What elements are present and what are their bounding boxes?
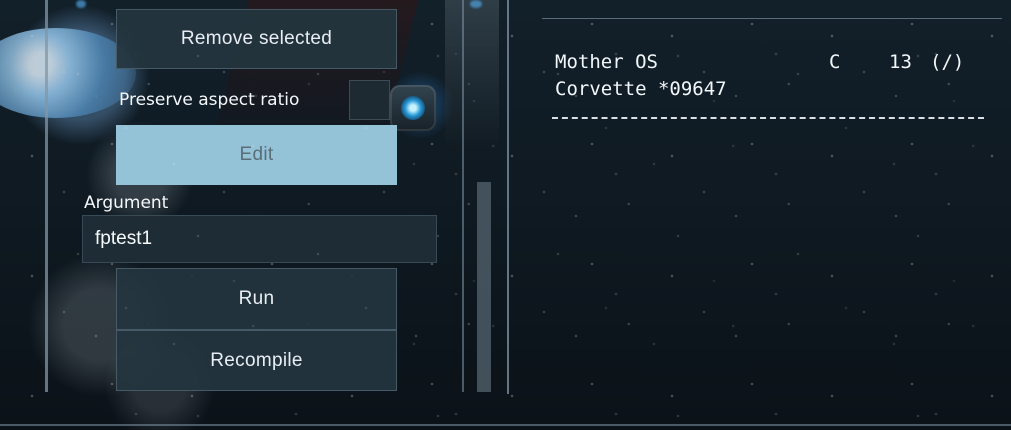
recompile-button[interactable]: Recompile	[116, 330, 397, 391]
support-beam	[445, 0, 499, 150]
argument-input[interactable]	[82, 215, 437, 263]
console-top-divider	[542, 18, 1002, 19]
console-line-1-c: C	[829, 51, 841, 73]
console-line-2: Corvette *09647	[555, 78, 727, 100]
remove-selected-button[interactable]: Remove selected	[116, 9, 397, 69]
preserve-aspect-ratio-label: Preserve aspect ratio	[119, 90, 300, 110]
argument-label: Argument	[84, 193, 169, 213]
panel-divider	[507, 0, 509, 394]
left-frame-line	[45, 0, 48, 392]
ship-scene	[0, 0, 510, 430]
run-button[interactable]: Run	[116, 268, 397, 330]
preserve-aspect-ratio-checkbox[interactable]	[349, 80, 390, 120]
edit-button[interactable]: Edit	[116, 125, 397, 185]
engine-pod	[390, 85, 436, 131]
console-line-1-mode: (/)	[930, 51, 965, 73]
console-output: Mother OS C 13 (/) Corvette *09647	[555, 50, 985, 140]
application-window: Remove selected Preserve aspect ratio Ed…	[0, 0, 1011, 430]
console-line-1-left: Mother OS	[555, 51, 658, 73]
planet-background	[0, 28, 136, 118]
green-light-icon	[470, 0, 482, 8]
bottom-divider	[0, 424, 1011, 426]
console-line-1-number: 13	[889, 51, 912, 73]
scrollbar[interactable]	[477, 182, 491, 392]
green-light-icon	[76, 0, 86, 8]
ship-hull	[215, 0, 419, 130]
console-dashed-divider	[552, 117, 984, 119]
middle-frame-line	[462, 0, 464, 392]
